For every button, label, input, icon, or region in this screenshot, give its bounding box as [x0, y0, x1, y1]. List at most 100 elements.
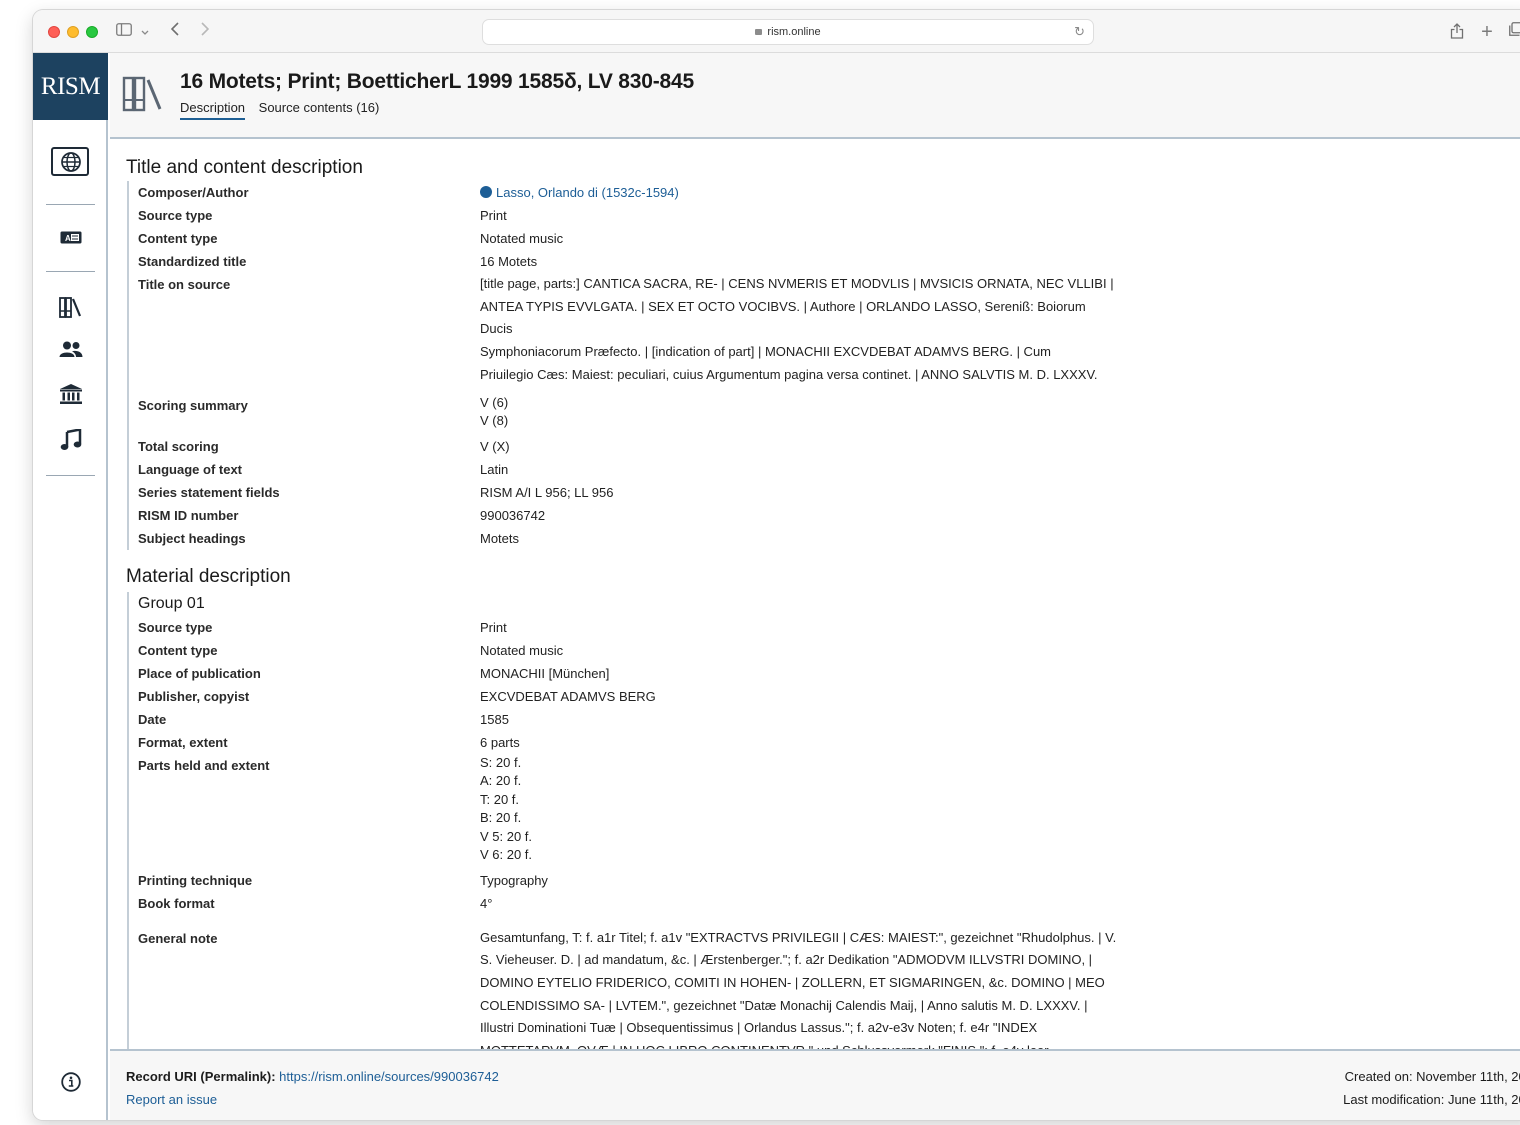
- field-label: Parts held and extent: [138, 757, 270, 773]
- field-label: Format, extent: [138, 734, 228, 750]
- field-value: MONACHII [München]: [480, 665, 610, 681]
- modified-date: Last modification: June 11th, 202: [1343, 1092, 1520, 1107]
- text-line: V 6: 20 f.: [480, 847, 533, 863]
- report-issue-link[interactable]: Report an issue: [126, 1088, 499, 1111]
- field-label: Source type: [138, 208, 213, 223]
- field-row: RISM ID number 990036742: [138, 504, 1520, 527]
- record-tabs: Description Source contents (16): [180, 100, 389, 120]
- record-content: Title and content description Composer/A…: [126, 155, 1520, 1063]
- field-row: Content type Notated music: [138, 227, 1520, 250]
- institutions-button[interactable]: [33, 383, 108, 410]
- field-value: 1585: [480, 711, 509, 727]
- field-value: Typography: [480, 872, 548, 888]
- new-tab-icon[interactable]: +: [1477, 22, 1497, 42]
- section-heading-material: Material description: [126, 565, 291, 587]
- field-label: Series statement fields: [138, 484, 280, 500]
- minimize-window-button[interactable]: [67, 26, 79, 38]
- text-line: [title page, parts:] CANTICA SACRA, RE- …: [480, 276, 1114, 291]
- field-label: RISM ID number: [138, 507, 239, 523]
- books-icon: [58, 297, 81, 318]
- permalink-label: Record URI (Permalink):: [126, 1069, 276, 1084]
- text-line: V (8): [480, 413, 509, 429]
- field-value: Latin: [480, 461, 509, 477]
- field-label: Printing technique: [138, 872, 253, 888]
- text-line: Gesamtunfang, T: f. a1r Titel; f. a1v "E…: [480, 929, 1117, 945]
- field-label: Composer/Author: [138, 185, 249, 200]
- created-date: Created on: November 11th, 201: [1344, 1069, 1520, 1084]
- title-on-source-value: [title page, parts:] CANTICA SACRA, RE- …: [480, 273, 1120, 387]
- field-value: V (X): [480, 438, 510, 454]
- field-label: Standardized title: [138, 254, 247, 269]
- share-icon[interactable]: [1447, 22, 1467, 42]
- music-note-icon: [60, 427, 81, 450]
- group-heading: Group 01: [138, 594, 205, 612]
- field-row: Parts held and extent S: 20 f. A: 20 f. …: [138, 754, 1520, 865]
- address-url: rism.online: [767, 26, 821, 38]
- reload-icon[interactable]: ↻: [1074, 20, 1085, 44]
- field-label: Content type: [138, 642, 218, 658]
- field-label: Scoring summary: [138, 397, 248, 413]
- field-row: Total scoring V (X): [138, 435, 1520, 458]
- field-row: Composer/Author Lasso, Orlando di (1532c…: [138, 181, 1520, 204]
- field-row: General note Gesamtunfang, T: f. a1r Tit…: [138, 927, 1520, 1063]
- person-icon: [480, 186, 492, 198]
- title-content-block: Composer/Author Lasso, Orlando di (1532c…: [127, 181, 1520, 550]
- field-row: Format, extent 6 parts: [138, 731, 1520, 754]
- main-panel: 16 Motets; Print; BoetticherL 1999 1585δ…: [110, 53, 1520, 1120]
- field-row: Date 1585: [138, 708, 1520, 731]
- text-line: V (6): [480, 394, 509, 410]
- incipits-button[interactable]: [33, 427, 108, 456]
- text-line: A: 20 f.: [480, 773, 522, 789]
- material-block: Group 01 Source type Print Content type …: [127, 591, 1520, 1063]
- sources-button[interactable]: [33, 296, 108, 323]
- field-row: Source type Print: [138, 204, 1520, 227]
- globe-icon: [61, 152, 81, 172]
- rism-logo[interactable]: RISM: [33, 53, 108, 120]
- field-row: Series statement fields RISM A/I L 956; …: [138, 481, 1520, 504]
- field-row: Printing technique Typography: [138, 869, 1520, 892]
- field-value: 16 Motets: [480, 254, 538, 269]
- field-label: Total scoring: [138, 438, 219, 454]
- tab-source-contents[interactable]: Source contents (16): [259, 100, 380, 118]
- field-label: Source type: [138, 619, 213, 635]
- text-line: B: 20 f.: [480, 810, 522, 826]
- field-row: Standardized title 16 Motets: [138, 250, 1520, 273]
- info-button[interactable]: [33, 1072, 108, 1097]
- text-line: Priuilegio Cæs: Maiest: peculiari, cuius…: [480, 366, 1098, 382]
- address-bar[interactable]: rism.online ↻: [482, 19, 1094, 45]
- field-value: RISM A/I L 956; LL 956: [480, 484, 614, 500]
- close-window-button[interactable]: [48, 26, 60, 38]
- sidebar-icon[interactable]: [115, 22, 133, 42]
- browser-window: rism.online ↻ + RISM A 16 Motets; Print;…: [33, 10, 1520, 1120]
- composer-name[interactable]: Lasso, Orlando di (1532c-1594): [496, 185, 679, 200]
- field-value: Notated music: [480, 231, 564, 246]
- permalink-row: Record URI (Permalink): https://rism.onl…: [126, 1065, 499, 1088]
- composer-link[interactable]: Lasso, Orlando di (1532c-1594): [480, 181, 1120, 204]
- field-row: Source type Print: [138, 616, 1520, 639]
- text-line: COLENDISSIMO SA- | LVTEM.", gezeichnet "…: [480, 997, 1088, 1013]
- chevron-down-icon[interactable]: [139, 22, 151, 42]
- general-note-value: Gesamtunfang, T: f. a1r Titel; f. a1v "E…: [480, 927, 1120, 1063]
- field-row: Content type Notated music: [138, 639, 1520, 662]
- parts-values: S: 20 f. A: 20 f. T: 20 f. B: 20 f. V 5:…: [480, 754, 1120, 865]
- tab-description[interactable]: Description: [180, 100, 246, 120]
- id-card-button[interactable]: A: [33, 231, 108, 249]
- tabs-icon[interactable]: [1506, 22, 1520, 42]
- back-icon[interactable]: [168, 22, 182, 42]
- text-line: T: 20 f.: [480, 791, 520, 807]
- field-value: EXCVDEBAT ADAMVS BERG: [480, 688, 656, 704]
- app-sidebar: RISM A: [33, 53, 108, 1120]
- forward-icon[interactable]: [198, 22, 212, 42]
- field-value: Notated music: [480, 642, 564, 658]
- globe-button[interactable]: [51, 147, 89, 176]
- field-label: Date: [138, 711, 167, 727]
- section-heading-title-content: Title and content description: [126, 157, 363, 178]
- field-row: Place of publication MONACHII [München]: [138, 662, 1520, 685]
- field-row: Publisher, copyist EXCVDEBAT ADAMVS BERG: [138, 685, 1520, 708]
- people-button[interactable]: [33, 341, 108, 363]
- record-footer: Record URI (Permalink): https://rism.onl…: [110, 1049, 1520, 1120]
- permalink-link[interactable]: https://rism.online/sources/990036742: [279, 1069, 499, 1084]
- text-line: Symphoniacorum Præfecto. | [indication o…: [480, 344, 1052, 360]
- field-row: Scoring summary V (6) V (8): [138, 394, 1520, 431]
- zoom-window-button[interactable]: [86, 26, 98, 38]
